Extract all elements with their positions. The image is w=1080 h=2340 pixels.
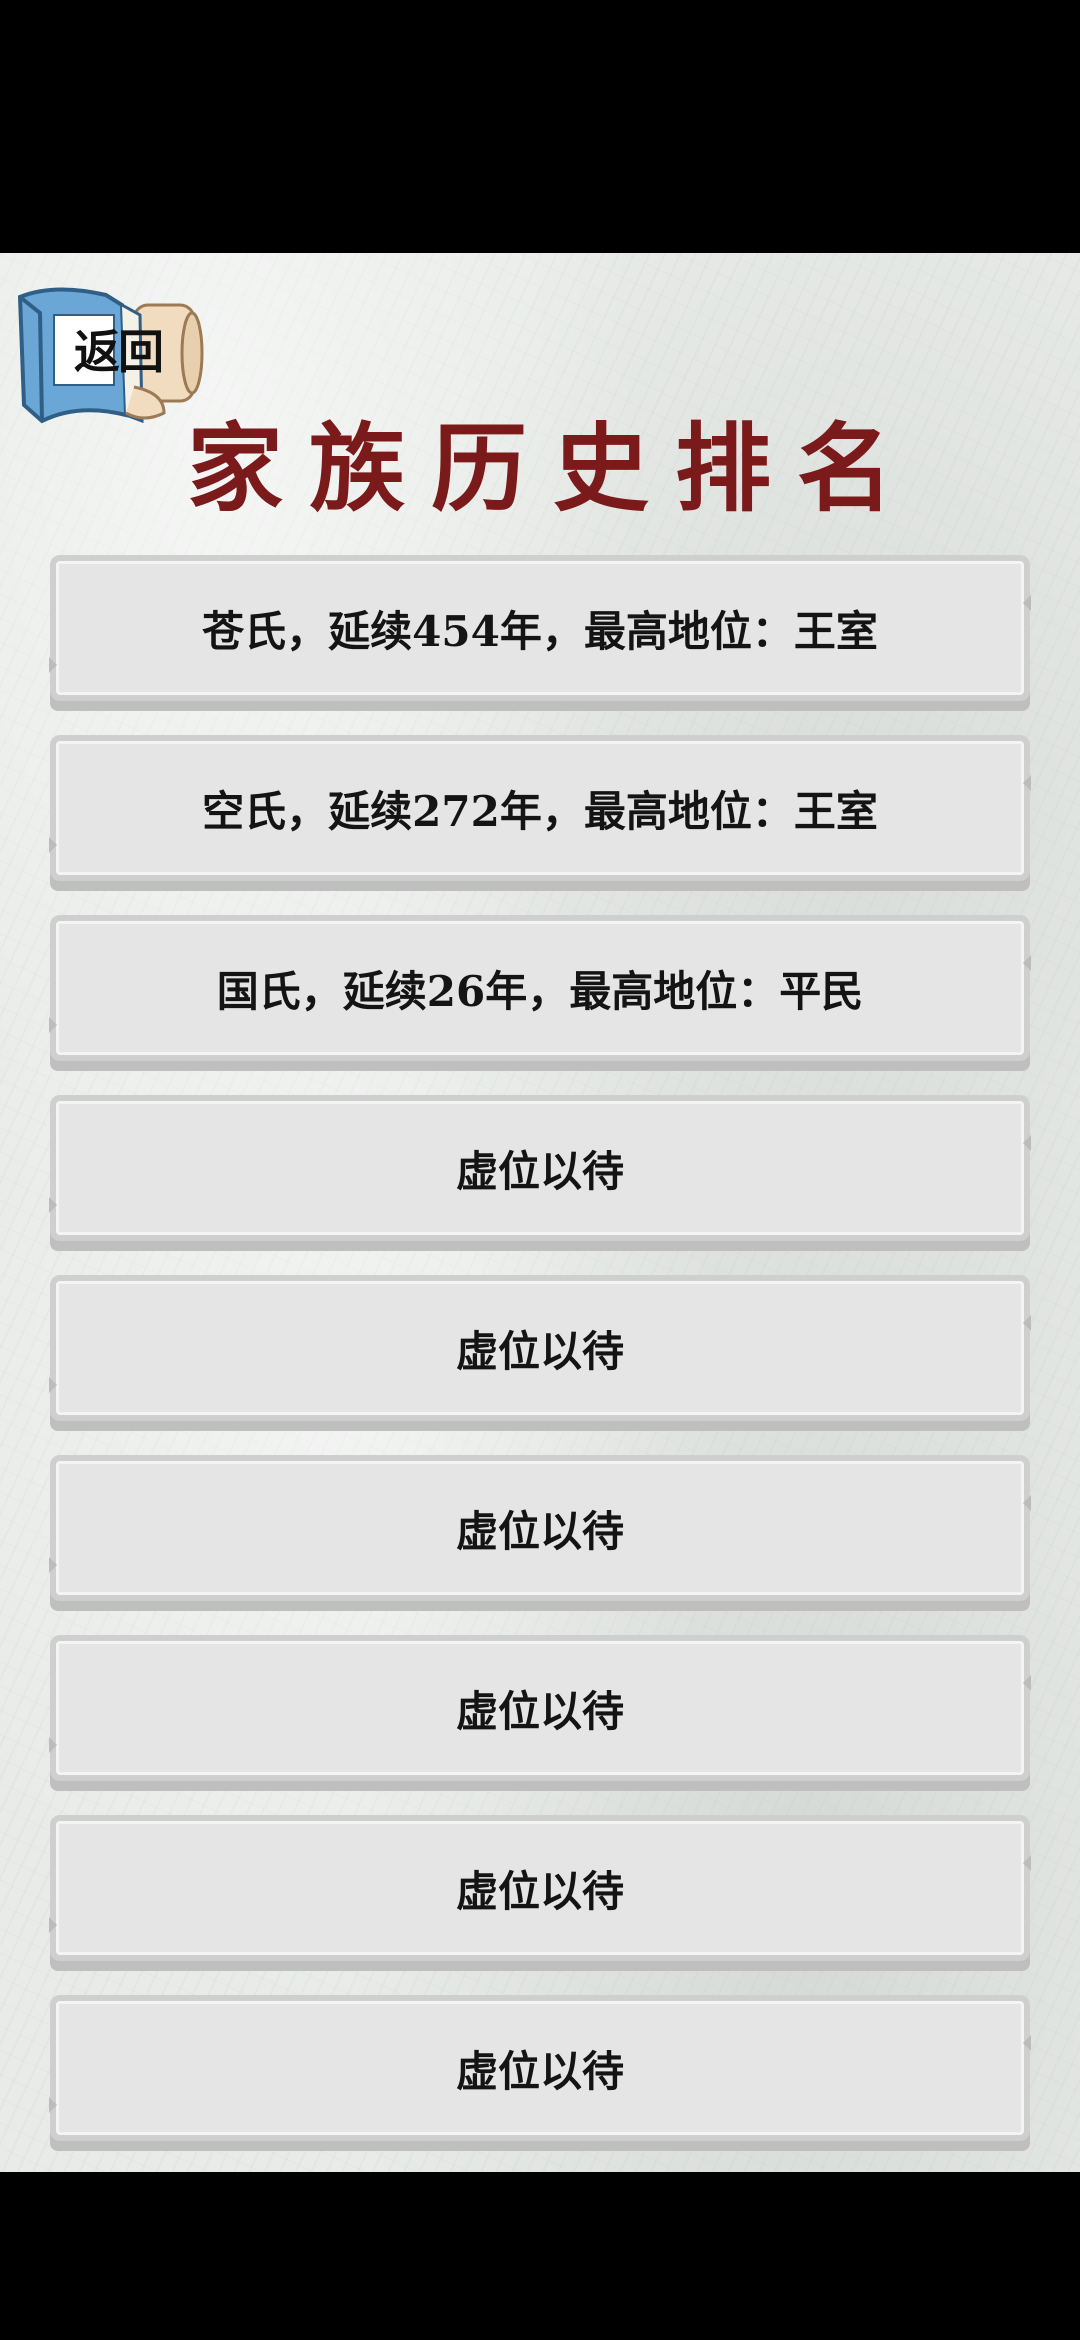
status-bar [0,0,1080,253]
row-label: 空氏，延续272年，最高地位：王室 [202,786,878,836]
row-label: 虚位以待 [455,1506,624,1556]
back-button[interactable]: 返回 [14,275,204,425]
ranking-row[interactable]: 虚位以待 [49,1275,1031,1431]
page-title: 家族历史排名 [187,412,919,525]
ranking-row[interactable]: 虚位以待 [49,1455,1031,1611]
row-label: 虚位以待 [455,2046,624,2096]
row-label: 苍氏，延续454年，最高地位：王室 [202,606,878,656]
row-label: 国氏，延续26年，最高地位：平民 [216,966,864,1016]
ranking-row[interactable]: 虚位以待 [49,1815,1031,1971]
ranking-row[interactable]: 苍氏，延续454年，最高地位：王室 [49,555,1031,711]
ranking-row[interactable]: 空氏，延续272年，最高地位：王室 [49,735,1031,891]
row-label: 虚位以待 [455,1686,624,1736]
row-label: 虚位以待 [455,1146,624,1196]
ranking-row[interactable]: 国氏，延续26年，最高地位：平民 [49,915,1031,1071]
navigation-bar [0,2172,1080,2340]
ranking-row[interactable]: 虚位以待 [49,1995,1031,2151]
ranking-row[interactable]: 虚位以待 [49,1635,1031,1791]
family-ranking-screen: 返回 家族历史排名 苍氏，延续454年，最高地位：王室 空氏，延续272年，最高地… [0,253,1080,2172]
row-label: 虚位以待 [455,1866,624,1916]
ranking-list: 苍氏，延续454年，最高地位：王室 空氏，延续272年，最高地位：王室 国氏，延续2… [49,555,1031,2172]
row-label: 虚位以待 [455,1326,624,1376]
ranking-row[interactable]: 虚位以待 [49,1095,1031,1251]
back-label: 返回 [74,325,164,379]
